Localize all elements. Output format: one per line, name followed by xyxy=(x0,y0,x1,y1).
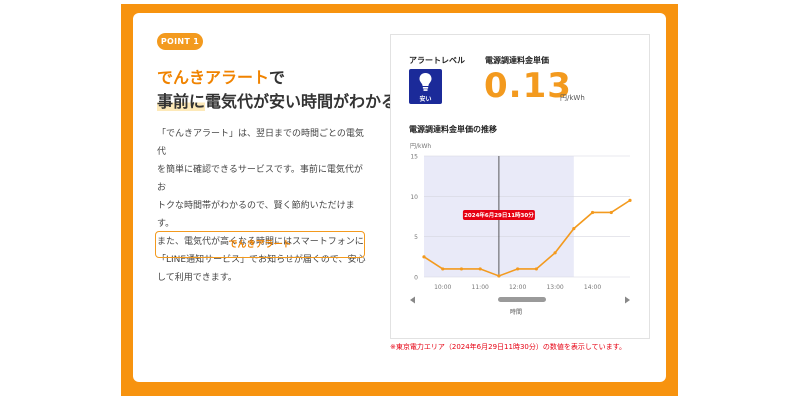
price-trend-chart: 0 5 10 15 円/kWh 10:00 11:00 12:00 13:00 14:00 2024… xyxy=(410,143,632,316)
heading-line-1-rest: で xyxy=(269,68,286,87)
y-tick-label: 10 xyxy=(410,194,418,201)
x-tick-label: 11:00 xyxy=(472,284,489,291)
data-point xyxy=(534,267,538,271)
x-tick-label: 13:00 xyxy=(546,284,563,291)
denki-alert-button[interactable]: でんきアラート xyxy=(155,231,365,258)
price-value: 0.13 xyxy=(484,66,572,106)
description-line: トクな時間帯がわかるので、賢く節約いただけます。 xyxy=(157,201,355,229)
y-axis-label: 円/kWh xyxy=(410,143,431,150)
data-point xyxy=(553,251,557,255)
data-point xyxy=(628,198,632,202)
heading-line-1: でんきアラートで xyxy=(157,64,285,88)
y-tick-label: 0 xyxy=(414,275,418,282)
data-point xyxy=(516,267,520,271)
alert-level-text: 安い xyxy=(419,96,432,103)
y-tick-label: 15 xyxy=(410,154,418,161)
x-tick-label: 12:00 xyxy=(509,284,526,291)
heading-line-2: 事前に電気代が安い時間がわかる！ xyxy=(157,88,413,112)
data-point xyxy=(441,267,445,271)
x-tick-label: 10:00 xyxy=(434,284,451,291)
y-tick-label: 5 xyxy=(414,234,418,241)
description-line: を簡単に確認できるサービスです。事前に電気代がお xyxy=(157,165,363,193)
data-point xyxy=(459,267,464,271)
heading-highlight: でんきアラート xyxy=(157,68,270,87)
price-label: 電源調達料金単価 xyxy=(485,56,549,65)
trend-title: 電源調達料金単価の推移 xyxy=(409,125,497,134)
data-point xyxy=(497,274,501,278)
point-badge: POINT 1 xyxy=(157,33,203,50)
footnote: ※東京電力エリア（2024年6月29日11時30分）の数値を表示しています。 xyxy=(390,343,626,351)
x-tick-label: 14:00 xyxy=(584,284,601,291)
scroll-left-icon[interactable] xyxy=(410,296,415,304)
description-text: 「でんきアラート」は、翌日までの時間ごとの電気代 を簡単に確認できるサービスです… xyxy=(157,125,369,287)
data-point xyxy=(590,210,595,215)
description-line: 「でんきアラート」は、翌日までの時間ごとの電気代 xyxy=(157,129,364,157)
lightbulb-icon xyxy=(419,73,432,91)
description-line: して利用できます。 xyxy=(157,273,237,283)
alert-level-badge: 安い xyxy=(409,69,442,104)
tooltip-text: 2024年6月29日11時30分 xyxy=(464,211,534,219)
data-point xyxy=(422,255,426,259)
alert-level-label: アラートレベル xyxy=(409,56,465,65)
data-point xyxy=(478,267,482,271)
heading-mark: 事前に xyxy=(157,92,206,111)
x-axis-label: 時間 xyxy=(510,308,522,316)
price-unit: 円/kWh xyxy=(560,94,585,102)
scrollbar-thumb[interactable] xyxy=(498,297,546,302)
scroll-right-icon[interactable] xyxy=(625,296,630,304)
data-point xyxy=(609,210,613,215)
data-point xyxy=(572,227,576,231)
heading-line-2-rest: 電気代が安い時間がわかる！ xyxy=(205,92,414,111)
